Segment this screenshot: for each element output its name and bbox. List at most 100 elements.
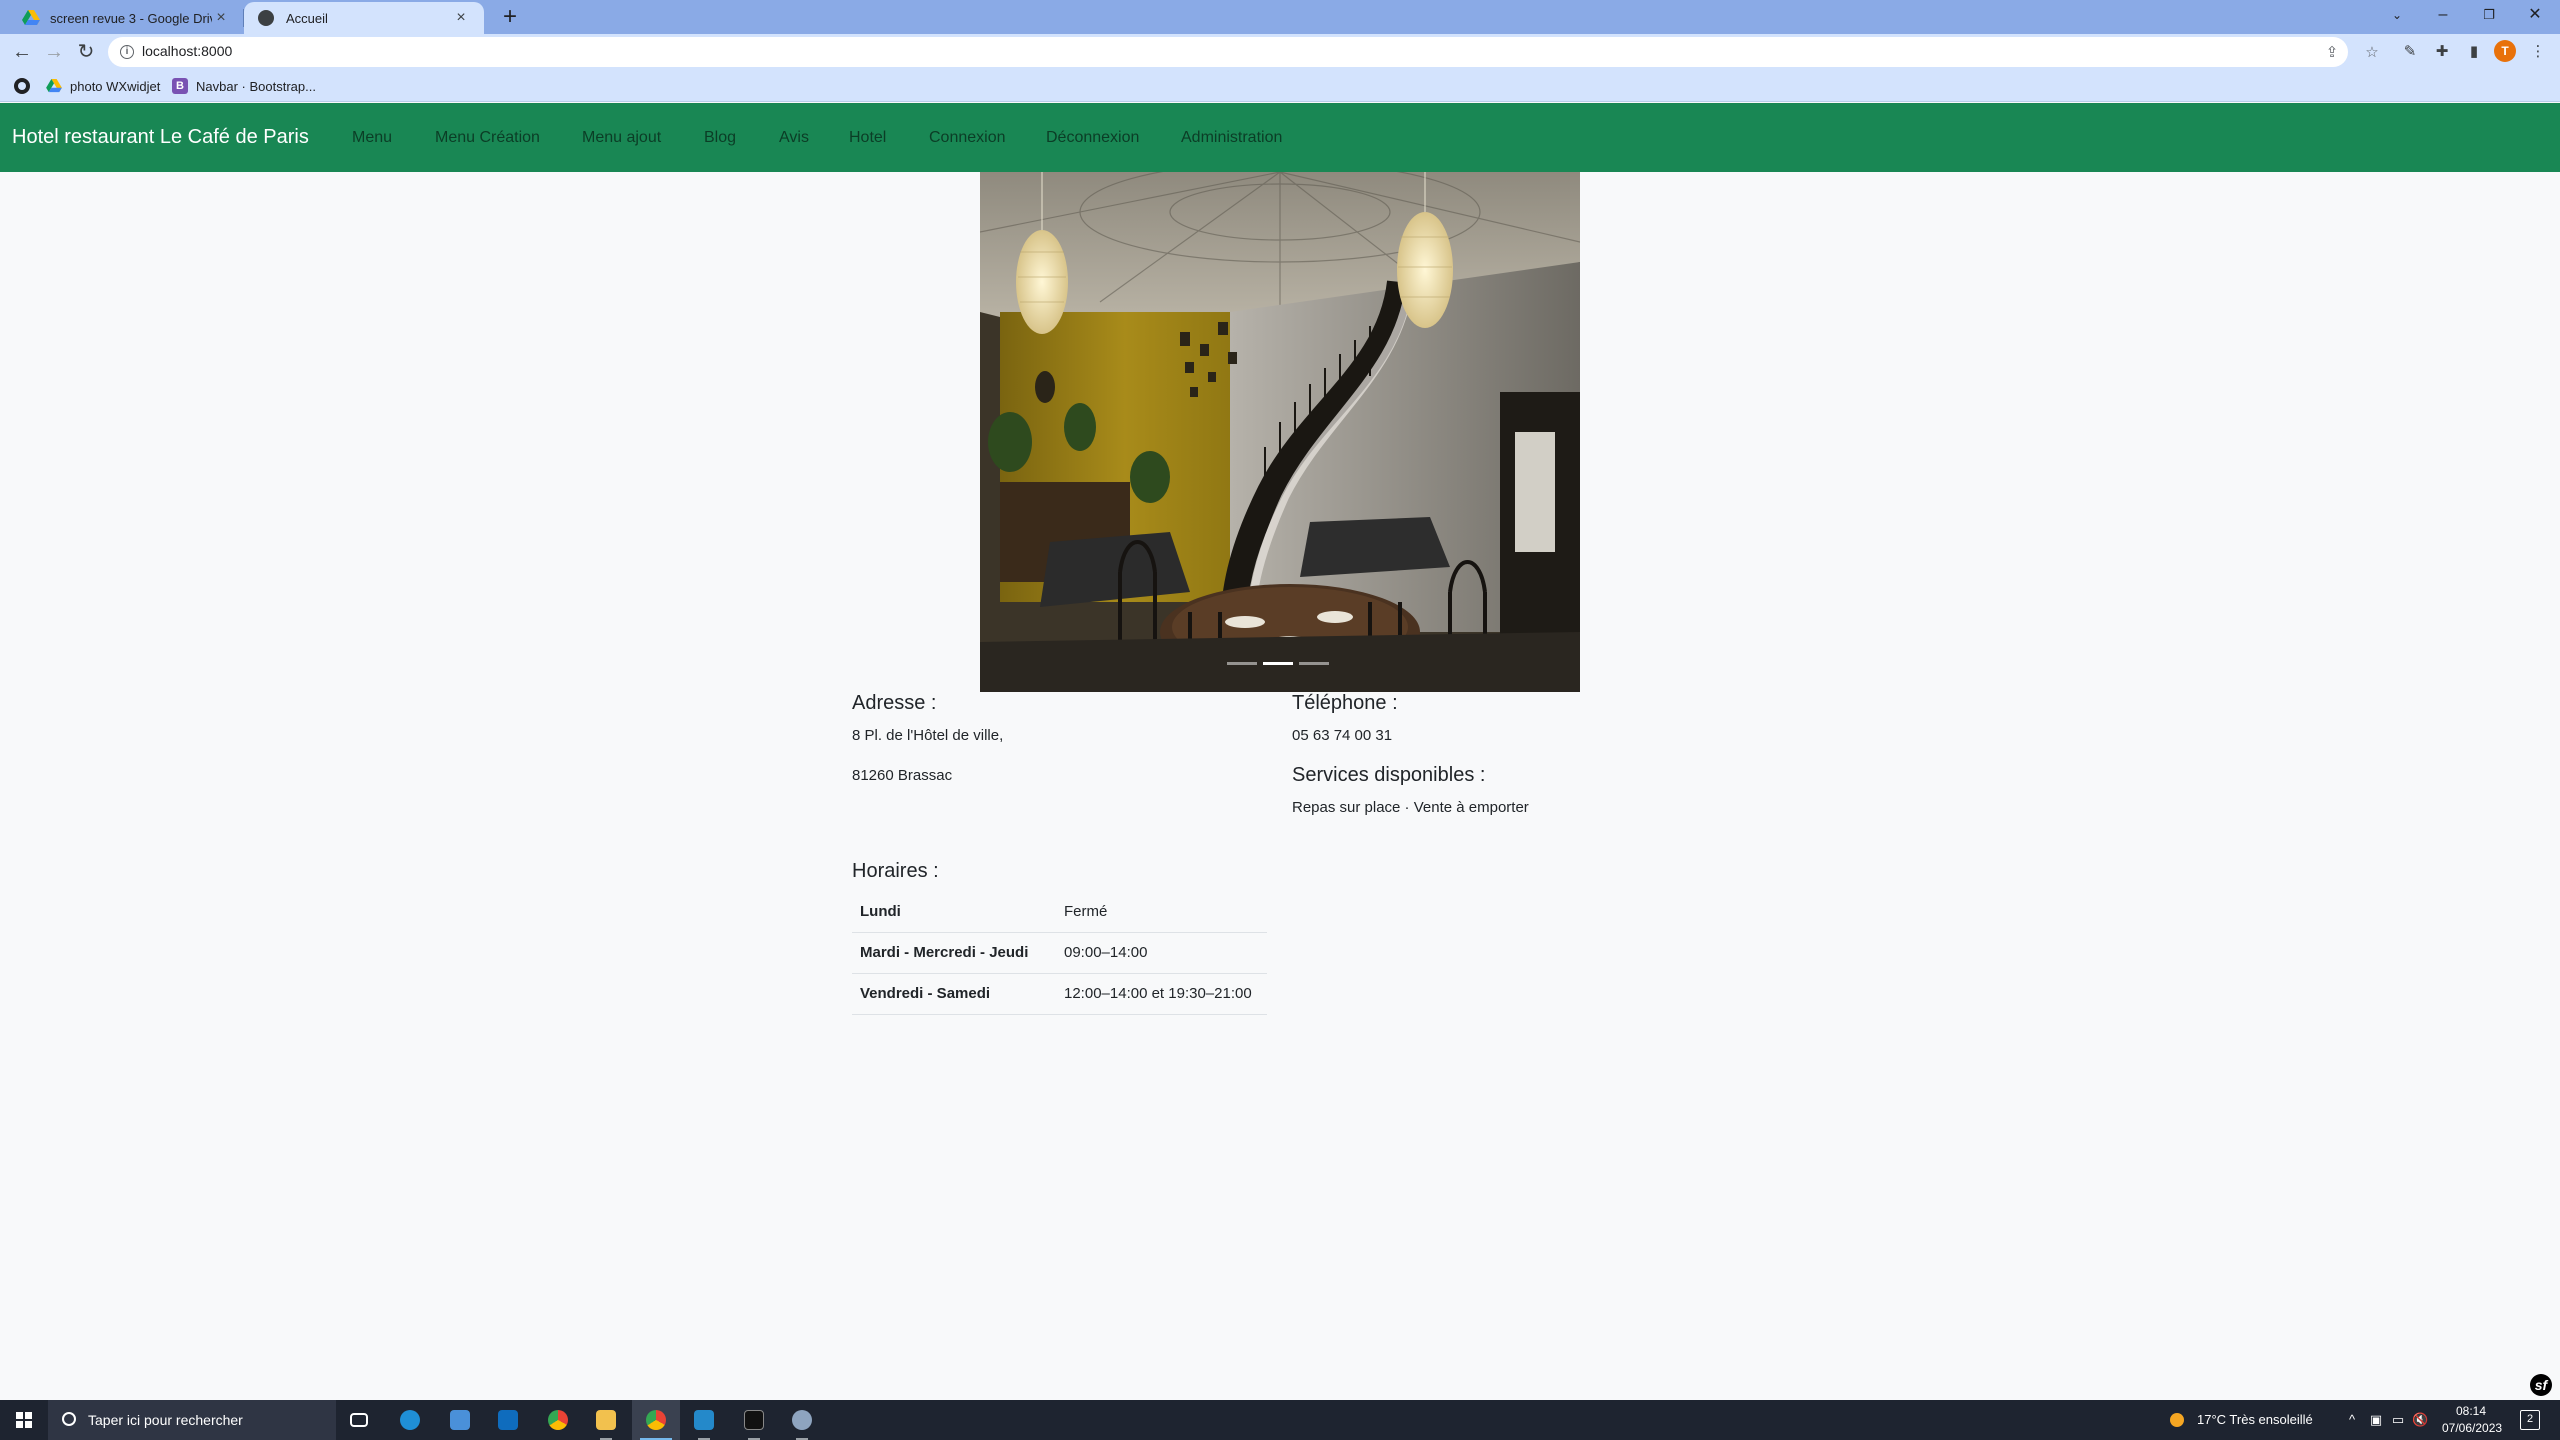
tab-google-drive[interactable]: screen revue 3 - Google Drive × [8,2,244,34]
close-tab-icon[interactable]: × [452,9,470,27]
forward-arrow-icon[interactable]: → [40,38,68,66]
app-glyph [792,1410,812,1430]
nav-link-menu-ajout[interactable]: Menu ajout [582,129,661,147]
close-tab-icon[interactable]: × [212,9,230,27]
nav-link-connexion[interactable]: Connexion [929,129,1006,147]
close-window-button[interactable]: ✕ [2512,0,2558,30]
nav-link-hotel[interactable]: Hotel [849,129,886,147]
hours-day: Vendredi - Samedi [852,973,1056,1015]
windows-taskbar: Taper ici pour rechercher 17°C Très enso… [0,1400,2560,1440]
nav-link-avis[interactable]: Avis [779,129,809,147]
address-bar[interactable]: i localhost:8000 ⇪ ☆ [108,37,2379,67]
weather-sun-icon[interactable] [2168,1411,2188,1429]
tab-accueil[interactable]: Accueil × [244,2,484,34]
nav-link-menu[interactable]: Menu [352,129,392,147]
hours-time: 12:00–14:00 et 19:30–21:00 [1056,973,1267,1015]
new-tab-button[interactable]: + [496,2,524,32]
display-icon[interactable]: ▭ [2390,1412,2406,1428]
start-button[interactable] [0,1400,48,1440]
share-icon[interactable]: ⇪ [2324,45,2340,61]
pen-extension-icon[interactable]: ✎ [2398,40,2422,64]
bookmark-navbar-bootstrap[interactable]: B Navbar · Bootstrap... [172,77,316,95]
nav-link-administration[interactable]: Administration [1181,129,1282,147]
vscode-icon[interactable] [680,1400,728,1440]
folder-glyph [596,1410,616,1430]
more-menu-icon[interactable]: ⋮ [2526,40,2550,64]
tab-title: screen revue 3 - Google Drive [50,10,212,26]
clock-date[interactable]: 07/06/2023 [2442,1421,2502,1435]
tab-search-icon[interactable]: ⌄ [2374,0,2420,30]
profile-avatar[interactable]: T [2494,40,2516,62]
hours-table: Lundi Fermé Mardi - Mercredi - Jeudi 09:… [852,891,1267,1015]
weather-text[interactable]: 17°C Très ensoleillé [2197,1412,2313,1427]
address-title: Adresse : [852,692,937,714]
notification-center-icon[interactable]: 2 [2520,1410,2540,1430]
minimize-button[interactable]: – [2420,0,2466,30]
phone-number: 05 63 74 00 31 [1292,727,1393,744]
image-carousel[interactable] [980,172,1580,692]
carousel-indicator-3[interactable] [1299,662,1329,665]
table-row: Vendredi - Samedi 12:00–14:00 et 19:30–2… [852,973,1267,1015]
carousel-indicator-2[interactable] [1263,662,1293,665]
google-drive-icon [46,79,62,93]
bookmark-label: photo WXwidjet [70,78,161,94]
file-explorer-icon[interactable] [582,1400,630,1440]
volume-muted-icon[interactable]: 🔇 [2412,1412,2428,1428]
table-row: Mardi - Mercredi - Jeudi 09:00–14:00 [852,932,1267,974]
url-text: localhost:8000 [142,43,233,59]
nav-link-deconnexion[interactable]: Déconnexion [1046,129,1139,147]
hours-day: Lundi [852,891,1056,933]
search-icon [62,1412,76,1426]
chrome-icon[interactable] [534,1400,582,1440]
site-navbar: Hotel restaurant Le Café de Paris Menu M… [0,103,2560,172]
back-arrow-icon[interactable]: ← [8,38,36,66]
browser-toolbar: ← → ↻ i localhost:8000 ⇪ ☆ ✎ ✚ ▮ T ⋮ [0,34,2560,70]
symfony-toolbar-icon[interactable]: sf [2530,1374,2552,1396]
store-glyph [450,1410,470,1430]
services-text: Repas sur place · Vente à emporter [1292,799,1529,816]
nav-link-menu-creation[interactable]: Menu Création [435,129,540,147]
clock-time[interactable]: 08:14 [2456,1404,2486,1418]
restore-button[interactable]: ❐ [2466,0,2512,30]
google-drive-icon [22,10,40,26]
phone-title: Téléphone : [1292,692,1398,714]
bookmark-label: Navbar · Bootstrap... [196,78,316,94]
chrome-glyph [548,1410,568,1430]
bookmarks-bar: photo WXwidjet B Navbar · Bootstrap... [0,70,2560,102]
nav-link-blog[interactable]: Blog [704,129,736,147]
site-info-icon[interactable]: i [120,45,134,59]
bookmark-photo-wxwidjet[interactable]: photo WXwidjet [46,77,160,95]
address-line-2: 81260 Brassac [852,767,953,784]
browser-tab-strip: screen revue 3 - Google Drive × Accueil … [0,0,2560,34]
tab-title: Accueil [286,10,328,26]
terminal-glyph [744,1410,764,1430]
address-line-1: 8 Pl. de l'Hôtel de ville, [852,727,1004,744]
terminal-icon[interactable] [730,1400,778,1440]
network-icon[interactable]: ▣ [2368,1412,2384,1428]
app-icon[interactable] [778,1400,826,1440]
page-favicon-icon [258,10,274,26]
notification-count: 2 [2526,1413,2534,1425]
mail-icon[interactable] [484,1400,532,1440]
edge-icon[interactable] [386,1400,434,1440]
vscode-glyph [694,1410,714,1430]
windows-logo-icon [16,1412,32,1428]
services-title: Services disponibles : [1292,764,1486,786]
store-icon[interactable] [436,1400,484,1440]
search-placeholder: Taper ici pour rechercher [88,1412,243,1428]
task-view-glyph [350,1413,368,1427]
task-view-icon[interactable] [336,1400,384,1440]
taskbar-search-box[interactable]: Taper ici pour rechercher [48,1400,336,1440]
hours-time: 09:00–14:00 [1056,932,1267,974]
chevron-up-icon[interactable]: ^ [2344,1412,2360,1428]
carousel-indicator-1[interactable] [1227,662,1257,665]
hours-day: Mardi - Mercredi - Jeudi [852,932,1056,974]
restaurant-interior-photo [980,172,1580,692]
extensions-puzzle-icon[interactable]: ✚ [2430,40,2454,64]
bookmark-star-icon[interactable]: ☆ [2364,45,2380,61]
chrome-active-icon[interactable] [632,1400,680,1440]
side-panel-icon[interactable]: ▮ [2462,40,2486,64]
reload-icon[interactable]: ↻ [72,38,100,66]
navbar-brand[interactable]: Hotel restaurant Le Café de Paris [12,126,309,149]
apps-icon[interactable] [14,78,30,94]
